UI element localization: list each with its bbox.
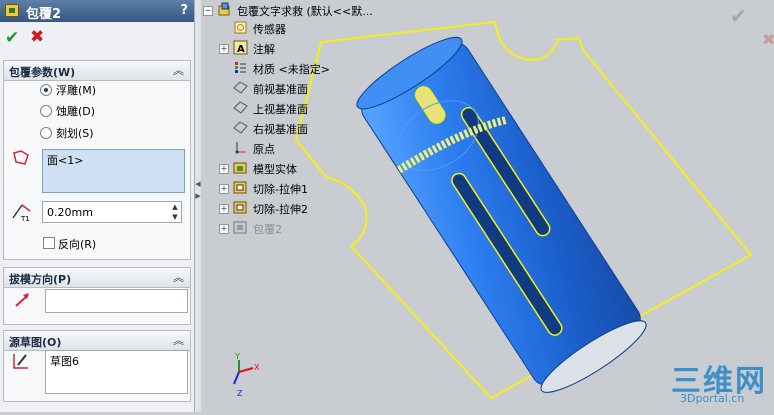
part-icon — [218, 2, 230, 16]
thickness-icon: T1 — [12, 204, 31, 222]
cut-extrude-icon — [233, 201, 247, 214]
expand-toggle[interactable]: + — [219, 44, 229, 54]
section-title: 包覆参数(W) — [9, 66, 76, 79]
material-icon — [235, 62, 246, 73]
cut-extrude-icon — [233, 181, 247, 194]
radio-dot[interactable] — [40, 84, 52, 96]
tree-item-label: 模型实体 — [253, 163, 297, 176]
sensor-icon — [234, 21, 247, 34]
annotation-icon: A — [233, 40, 248, 55]
svg-text:Y: Y — [234, 352, 240, 361]
confirm-corner-ok[interactable]: ✔ — [730, 4, 747, 28]
thickness-input[interactable]: 0.20mm ▲ ▼ — [42, 201, 182, 223]
checkbox-label: 反向(R) — [58, 238, 97, 251]
source-sketch-box[interactable]: 草图6 — [45, 350, 188, 394]
tree-item-label: 前视基准面 — [253, 83, 308, 96]
source-sketch-header[interactable]: 源草图(O) ︽ — [4, 331, 190, 351]
checkbox-box[interactable] — [43, 237, 55, 249]
collapse-toggle[interactable]: − — [203, 6, 213, 16]
tree-item-label: 右视基准面 — [253, 123, 308, 136]
pm-title: 包覆2 — [26, 7, 62, 22]
section-title: 拔模方向(P) — [9, 273, 72, 286]
svg-text:A: A — [237, 44, 245, 55]
tree-root-label: 包覆文字求救 (默认<<默... — [237, 5, 373, 18]
spin-down-icon[interactable]: ▼ — [170, 213, 180, 222]
property-manager: 包覆2 ? ✔ ✖ 包覆参数(W) ︽ 浮雕(M) 蚀雕(D) 刻划(S) 面<… — [0, 0, 195, 412]
tree-item-label: 传感器 — [253, 23, 286, 36]
cancel-button[interactable]: ✖ — [30, 27, 44, 47]
direction-arrow-icon — [15, 293, 29, 307]
plane-icon — [233, 81, 248, 94]
selected-face: 面<1> — [47, 154, 84, 167]
watermark-url: 3Dportal.cn — [680, 392, 745, 405]
expand-toggle[interactable]: + — [219, 224, 229, 234]
tree-item-label: 材质 <未指定> — [253, 63, 330, 76]
collapse-icon[interactable]: ︽ — [173, 269, 184, 285]
spin-up-icon[interactable]: ▲ — [170, 203, 180, 212]
expand-toggle[interactable]: + — [219, 184, 229, 194]
plane-icon — [233, 121, 248, 134]
help-button[interactable]: ? — [180, 3, 188, 18]
tree-item-label: 切除-拉伸2 — [253, 203, 308, 216]
plane-icon — [233, 101, 248, 114]
section-title: 源草图(O) — [9, 336, 62, 349]
collapse-icon[interactable]: ︽ — [173, 62, 184, 78]
radio-label: 蚀雕(D) — [56, 105, 96, 118]
tree-item-label: 上视基准面 — [253, 103, 308, 116]
cylinder-body — [356, 36, 647, 393]
sketch-icon — [13, 354, 28, 369]
draft-direction-header[interactable]: 拔模方向(P) ︽ — [4, 268, 190, 288]
wrap-icon — [233, 221, 247, 234]
thickness-value: 0.20mm — [47, 206, 93, 219]
solid-body-icon — [233, 162, 247, 174]
pm-title-bar: 包覆2 ? — [0, 0, 194, 22]
ok-button[interactable]: ✔ — [5, 28, 19, 48]
confirm-corner-cancel[interactable]: ✖ — [762, 30, 774, 49]
tree-item-label: 注解 — [253, 43, 275, 56]
expand-toggle[interactable]: + — [219, 164, 229, 174]
svg-text:T1: T1 — [20, 215, 30, 222]
face-selection-icon — [13, 150, 29, 165]
tree-item-label: 包覆2 — [253, 223, 282, 236]
tree-item-label: 切除-拉伸1 — [253, 183, 308, 196]
collapse-icon[interactable]: ︽ — [173, 332, 184, 348]
radio-dot[interactable] — [40, 105, 52, 117]
draft-direction-box[interactable] — [45, 289, 188, 313]
face-selection-box[interactable]: 面<1> — [42, 149, 185, 193]
radio-label: 刻划(S) — [56, 127, 94, 140]
tree-item-label: 原点 — [253, 143, 275, 156]
origin-icon — [235, 142, 246, 154]
radio-dot[interactable] — [40, 127, 52, 139]
axis-triad: Y X Z — [233, 352, 260, 398]
wrap-parameters-header[interactable]: 包覆参数(W) ︽ — [4, 61, 190, 81]
svg-text:X: X — [254, 363, 260, 372]
radio-label: 浮雕(M) — [56, 84, 97, 97]
expand-toggle[interactable]: + — [219, 204, 229, 214]
source-sketch-value: 草图6 — [50, 355, 79, 368]
svg-text:Z: Z — [237, 389, 243, 398]
wrap-feature-icon — [5, 4, 19, 17]
